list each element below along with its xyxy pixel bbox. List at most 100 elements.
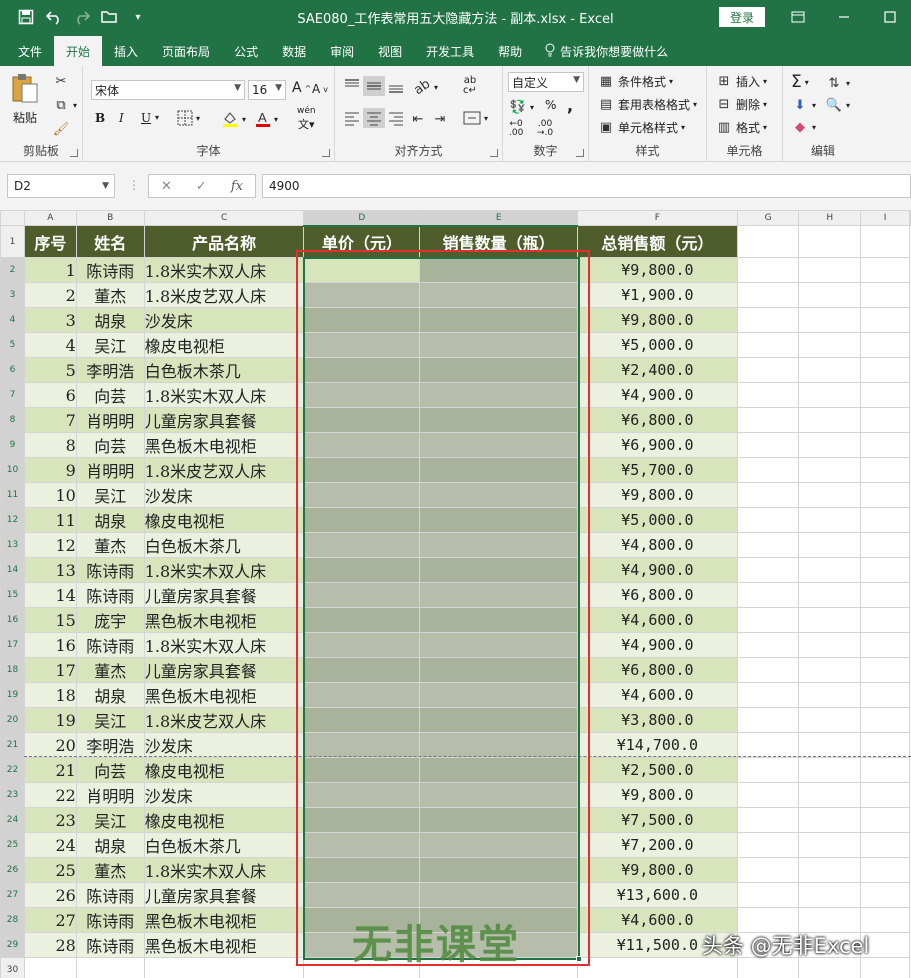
format-cells-button[interactable]: ▥ 格式 ▾	[715, 118, 767, 136]
row-header[interactable]: 5	[0, 332, 25, 358]
row-header[interactable]: 12	[0, 507, 25, 533]
empty-cell[interactable]	[798, 357, 862, 383]
copy-icon[interactable]: ⧉ ▾	[52, 96, 77, 114]
empty-cell[interactable]	[736, 907, 800, 933]
empty-cell[interactable]	[736, 807, 800, 833]
decrease-decimal-icon[interactable]: .00 →.0	[537, 120, 553, 138]
cell-total[interactable]: ¥5,700.0	[577, 457, 738, 483]
cell-unit-price[interactable]	[303, 532, 421, 558]
empty-cell[interactable]	[736, 432, 800, 458]
header-product[interactable]: 产品名称	[143, 225, 305, 258]
cell-total[interactable]: ¥9,800.0	[577, 482, 738, 508]
merge-center-icon[interactable]: ▾	[463, 110, 488, 126]
empty-cell[interactable]	[860, 457, 910, 483]
empty-cell[interactable]	[860, 657, 910, 683]
undo-icon[interactable]	[42, 5, 66, 29]
cell-quantity[interactable]	[419, 307, 579, 333]
empty-cell[interactable]	[736, 407, 800, 433]
cell-product[interactable]: 橡皮电视柜	[143, 757, 305, 783]
cell-total[interactable]: ¥6,800.0	[577, 657, 738, 683]
cell-seq[interactable]: 21	[23, 757, 77, 783]
wrap-text-icon[interactable]: ab c↵	[463, 76, 477, 96]
cell-quantity[interactable]	[419, 757, 579, 783]
row-header[interactable]: 14	[0, 557, 25, 583]
empty-cell[interactable]	[860, 257, 910, 283]
autosum-icon[interactable]: Σ ▾	[791, 72, 809, 92]
cell-product[interactable]: 白色板木茶几	[143, 532, 305, 558]
cell-name[interactable]: 肖明明	[75, 457, 145, 483]
cell-product[interactable]: 白色板木茶几	[143, 357, 305, 383]
empty-cell[interactable]	[798, 832, 862, 858]
empty-cell[interactable]	[860, 382, 910, 408]
row-header[interactable]: 26	[0, 857, 25, 883]
cell-unit-price[interactable]	[303, 507, 421, 533]
row-header[interactable]: 1	[0, 225, 25, 258]
header-name[interactable]: 姓名	[75, 225, 145, 258]
column-header-b[interactable]: B	[75, 210, 145, 226]
column-header-c[interactable]: C	[143, 210, 305, 226]
bottom-align-icon[interactable]	[387, 78, 405, 94]
empty-cell[interactable]	[860, 707, 910, 733]
empty-cell[interactable]	[860, 782, 910, 808]
cell-unit-price[interactable]	[303, 857, 421, 883]
cell-product[interactable]: 沙发床	[143, 732, 305, 758]
row-header[interactable]: 15	[0, 582, 25, 608]
row-header[interactable]: 4	[0, 307, 25, 333]
cell-total[interactable]: ¥4,600.0	[577, 607, 738, 633]
cell-unit-price[interactable]	[303, 332, 421, 358]
cell-name[interactable]: 向芸	[75, 757, 145, 783]
name-box[interactable]: D2 ▼	[7, 174, 115, 198]
delete-cells-button[interactable]: ⊟ 删除 ▾	[715, 95, 767, 113]
header-total[interactable]: 总销售额（元）	[577, 225, 738, 258]
cell-name[interactable]: 陈诗雨	[75, 632, 145, 658]
empty-cell[interactable]	[798, 657, 862, 683]
cell-total[interactable]: ¥4,900.0	[577, 632, 738, 658]
cell-total[interactable]: ¥9,800.0	[577, 257, 738, 283]
header-seq[interactable]: 序号	[23, 225, 77, 258]
empty-cell[interactable]	[577, 957, 738, 978]
empty-cell[interactable]	[798, 382, 862, 408]
font-color-icon[interactable]: A ▾	[255, 110, 278, 128]
cell-quantity[interactable]	[419, 732, 579, 758]
empty-cell[interactable]	[860, 507, 910, 533]
cell-quantity[interactable]	[419, 382, 579, 408]
empty-cell[interactable]	[736, 225, 800, 258]
orientation-icon[interactable]: ab ▾	[411, 76, 438, 98]
cell-seq[interactable]: 19	[23, 707, 77, 733]
cell-seq[interactable]: 16	[23, 632, 77, 658]
cell-unit-price[interactable]	[303, 482, 421, 508]
cell-unit-price[interactable]	[303, 432, 421, 458]
cell-total[interactable]: ¥7,200.0	[577, 832, 738, 858]
empty-cell[interactable]	[798, 607, 862, 633]
cell-seq[interactable]: 22	[23, 782, 77, 808]
row-header[interactable]: 7	[0, 382, 25, 408]
cell-product[interactable]: 沙发床	[143, 482, 305, 508]
cell-seq[interactable]: 14	[23, 582, 77, 608]
empty-cell[interactable]	[736, 632, 800, 658]
empty-cell[interactable]	[736, 532, 800, 558]
row-header[interactable]: 21	[0, 732, 25, 758]
empty-cell[interactable]	[860, 557, 910, 583]
empty-cell[interactable]	[736, 882, 800, 908]
cell-name[interactable]: 陈诗雨	[75, 557, 145, 583]
cell-unit-price[interactable]	[303, 732, 421, 758]
cell-name[interactable]: 向芸	[75, 382, 145, 408]
tab-data[interactable]: 数据	[270, 36, 318, 66]
fill-handle[interactable]	[576, 956, 582, 962]
middle-align-icon[interactable]	[363, 76, 385, 96]
cell-seq[interactable]: 7	[23, 407, 77, 433]
empty-cell[interactable]	[860, 282, 910, 308]
cell-unit-price[interactable]	[303, 682, 421, 708]
empty-cell[interactable]	[798, 782, 862, 808]
cell-product[interactable]: 儿童房家具套餐	[143, 882, 305, 908]
row-header[interactable]: 9	[0, 432, 25, 458]
bold-button[interactable]: B	[95, 111, 105, 125]
row-header[interactable]: 8	[0, 407, 25, 433]
cell-quantity[interactable]	[419, 782, 579, 808]
cell-unit-price[interactable]	[303, 757, 421, 783]
empty-cell[interactable]	[798, 557, 862, 583]
cell-quantity[interactable]	[419, 707, 579, 733]
cell-seq[interactable]: 10	[23, 482, 77, 508]
insert-function-icon[interactable]: fx	[231, 179, 243, 194]
customize-icon[interactable]: ▾	[126, 5, 150, 29]
